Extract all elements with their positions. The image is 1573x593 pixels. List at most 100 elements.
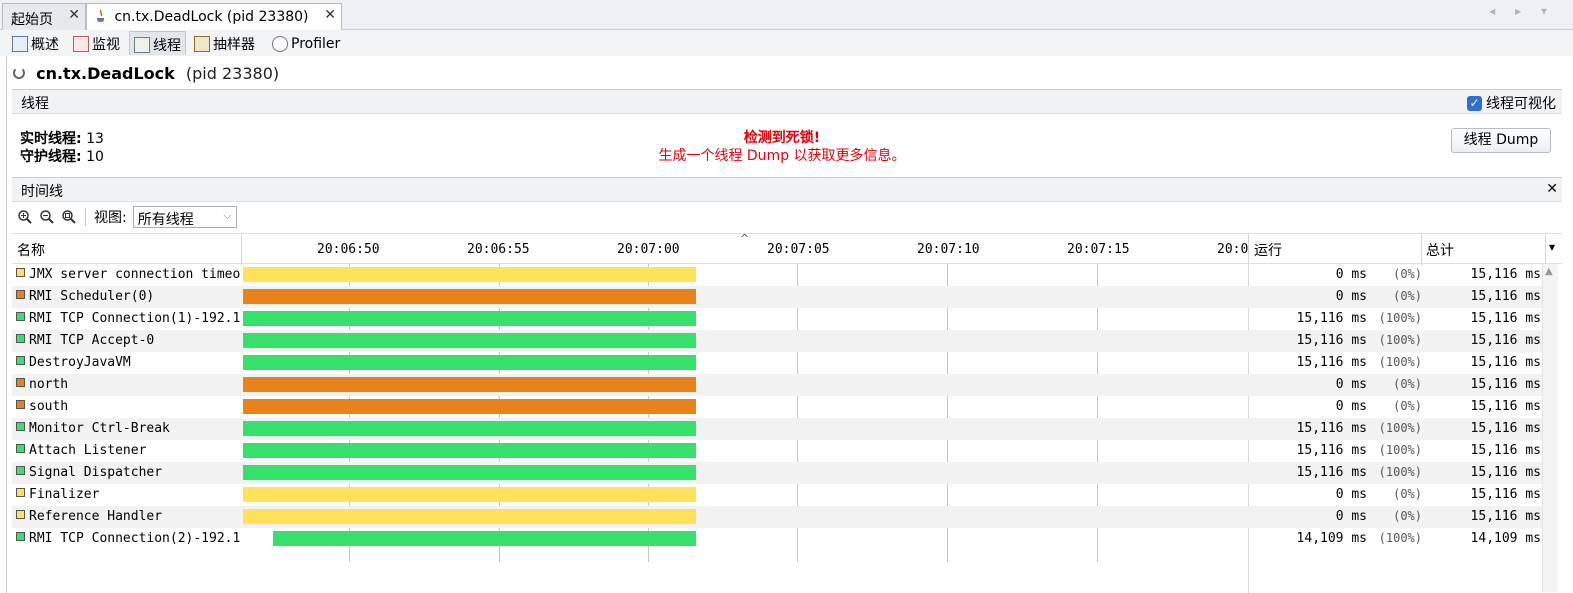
column-total[interactable]: 总计 [1426, 240, 1454, 260]
thread-row[interactable]: south 0 ms (0%) 15,116 ms [12, 396, 1542, 418]
thread-state-swatch [16, 422, 25, 431]
running-time: 15,116 ms [1296, 333, 1367, 348]
running-percent: (100%) [1378, 421, 1422, 435]
thread-name: Signal Dispatcher [29, 465, 163, 480]
running-percent: (0%) [1393, 399, 1422, 413]
timeline-column-header: 名称 20:06:50 20:06:55 20:07:00 20:07:05 20:07… [12, 232, 1562, 265]
running-percent: (100%) [1378, 333, 1422, 347]
toolbar-separator [85, 208, 86, 226]
tab-label: 监视 [92, 37, 120, 53]
tab-profiler[interactable]: Profiler [268, 31, 344, 55]
live-threads-value: 13 [86, 131, 104, 147]
zoom-out-icon[interactable] [39, 209, 55, 225]
view-label: 视图: [94, 210, 127, 226]
thread-name-cell: DestroyJavaVM [16, 355, 240, 370]
thread-row[interactable]: Finalizer 0 ms (0%) 15,116 ms [12, 484, 1542, 506]
tab-sampler[interactable]: 抽样器 [190, 31, 259, 55]
threads-icon [134, 36, 150, 53]
running-percent: (100%) [1378, 355, 1422, 369]
time-tick-label: 20:07:15 [1067, 242, 1130, 257]
checkbox-checked-icon: ✓ [1467, 95, 1482, 111]
thread-row[interactable]: Signal Dispatcher 15,116 ms (100%) 15,116 m… [12, 462, 1542, 484]
total-time: 15,116 ms [1470, 509, 1541, 524]
thread-state-swatch [16, 444, 25, 453]
total-time: 15,116 ms [1470, 465, 1541, 480]
thread-row[interactable]: Reference Handler 0 ms (0%) 15,116 ms [12, 506, 1542, 528]
tab-label: 起始页 [11, 12, 53, 28]
tab-deadlock-app[interactable]: cn.tx.DeadLock (pid 23380) ✕ [86, 3, 342, 30]
thread-row[interactable]: JMX server connection timeo 0 ms (0%) 15,11… [12, 264, 1542, 286]
tab-label: cn.tx.DeadLock (pid 23380) [114, 9, 309, 25]
thread-state-bar [243, 509, 696, 524]
running-percent: (100%) [1378, 311, 1422, 325]
total-time: 15,116 ms [1470, 289, 1541, 304]
app-name: cn.tx.DeadLock [36, 64, 175, 83]
daemon-threads-label: 守护线程: [20, 149, 82, 165]
thread-name-cell: RMI TCP Connection(1)-192.1 [16, 311, 240, 326]
tab-label: 概述 [31, 37, 59, 53]
time-tick-label: 20:07:00 [617, 242, 680, 257]
thread-row[interactable]: Monitor Ctrl-Break 15,116 ms (100%) 15,116 … [12, 418, 1542, 440]
section-title: 时间线 [21, 184, 63, 200]
thread-row[interactable]: north 0 ms (0%) 15,116 ms [12, 374, 1542, 396]
running-percent: (0%) [1393, 267, 1422, 281]
thread-state-bar [243, 443, 696, 458]
thread-name: DestroyJavaVM [29, 355, 131, 370]
column-running[interactable]: 运行 [1254, 240, 1282, 260]
thread-row[interactable]: RMI TCP Connection(2)-192.1 14,109 ms (100… [12, 528, 1542, 550]
threads-view: cn.tx.DeadLock (pid 23380) 线程 ✓ 线程可视化 实时… [6, 56, 1562, 593]
scroll-up-icon[interactable]: ▲ [1545, 266, 1553, 277]
thread-name-cell: Signal Dispatcher [16, 465, 240, 480]
column-menu-icon[interactable]: ▾ [1549, 240, 1555, 254]
profiler-icon [272, 36, 288, 52]
thread-state-bar [243, 289, 696, 304]
time-tick-label: 20:06:50 [317, 242, 380, 257]
view-select[interactable]: 所有线程 ⌵ [132, 206, 237, 228]
thread-dump-button[interactable]: 线程 Dump [1451, 128, 1551, 153]
running-time: 0 ms [1335, 267, 1367, 282]
overview-icon [12, 36, 28, 52]
thread-row[interactable]: RMI TCP Accept-0 15,116 ms (100%) 15,116 ms [12, 330, 1542, 352]
thread-name-cell: Finalizer [16, 487, 240, 502]
tab-start-page[interactable]: 起始页 ✕ [2, 3, 86, 30]
running-time: 14,109 ms [1296, 531, 1367, 546]
thread-name: JMX server connection timeo [29, 267, 240, 282]
close-icon[interactable]: ✕ [324, 7, 336, 23]
running-time: 0 ms [1335, 289, 1367, 304]
thread-name-cell: north [16, 377, 240, 392]
visualize-threads-checkbox[interactable]: ✓ 线程可视化 [1467, 93, 1556, 113]
document-tab-bar: 起始页 ✕ cn.tx.DeadLock (pid 23380) ✕ ◂ ▸ ▾ [0, 0, 1573, 30]
thread-row[interactable]: RMI TCP Connection(1)-192.1 15,116 ms (100… [12, 308, 1542, 330]
thread-state-bar [243, 487, 696, 502]
close-timeline-icon[interactable]: ✕ [1546, 181, 1558, 197]
timeline-section-header: 时间线 ✕ [12, 177, 1562, 202]
vertical-scrollbar[interactable]: ▲ [1542, 264, 1558, 592]
thread-name-cell: RMI TCP Connection(2)-192.1 [16, 531, 240, 546]
thread-row[interactable]: Attach Listener 15,116 ms (100%) 15,116 ms [12, 440, 1542, 462]
zoom-in-icon[interactable] [17, 209, 33, 225]
tab-navigation-arrows[interactable]: ◂ ▸ ▾ [1489, 4, 1555, 18]
monitor-icon [73, 36, 89, 52]
thread-name: Monitor Ctrl-Break [29, 421, 170, 436]
running-time: 0 ms [1335, 509, 1367, 524]
thread-state-swatch [16, 488, 25, 497]
close-icon[interactable]: ✕ [68, 7, 80, 23]
thread-row[interactable]: RMI Scheduler(0) 0 ms (0%) 15,116 ms [12, 286, 1542, 308]
tab-monitor[interactable]: 监视 [69, 31, 124, 55]
running-percent: (0%) [1393, 377, 1422, 391]
tab-label: 线程 [153, 37, 181, 54]
thread-row[interactable]: DestroyJavaVM 15,116 ms (100%) 15,116 ms [12, 352, 1542, 374]
thread-name: south [29, 399, 69, 414]
column-name[interactable]: 名称 [17, 240, 45, 260]
total-time: 15,116 ms [1470, 333, 1541, 348]
thread-state-swatch [16, 466, 25, 475]
thread-stats: 实时线程: 13 守护线程: 10 [20, 130, 104, 166]
zoom-fit-icon[interactable] [61, 209, 77, 225]
daemon-threads-value: 10 [86, 149, 104, 165]
thread-state-bar [273, 531, 696, 546]
thread-name-cell: Reference Handler [16, 509, 240, 524]
tab-overview[interactable]: 概述 [8, 31, 63, 55]
tab-threads[interactable]: 线程 [129, 31, 186, 55]
total-time: 15,116 ms [1470, 355, 1541, 370]
total-time: 15,116 ms [1470, 421, 1541, 436]
